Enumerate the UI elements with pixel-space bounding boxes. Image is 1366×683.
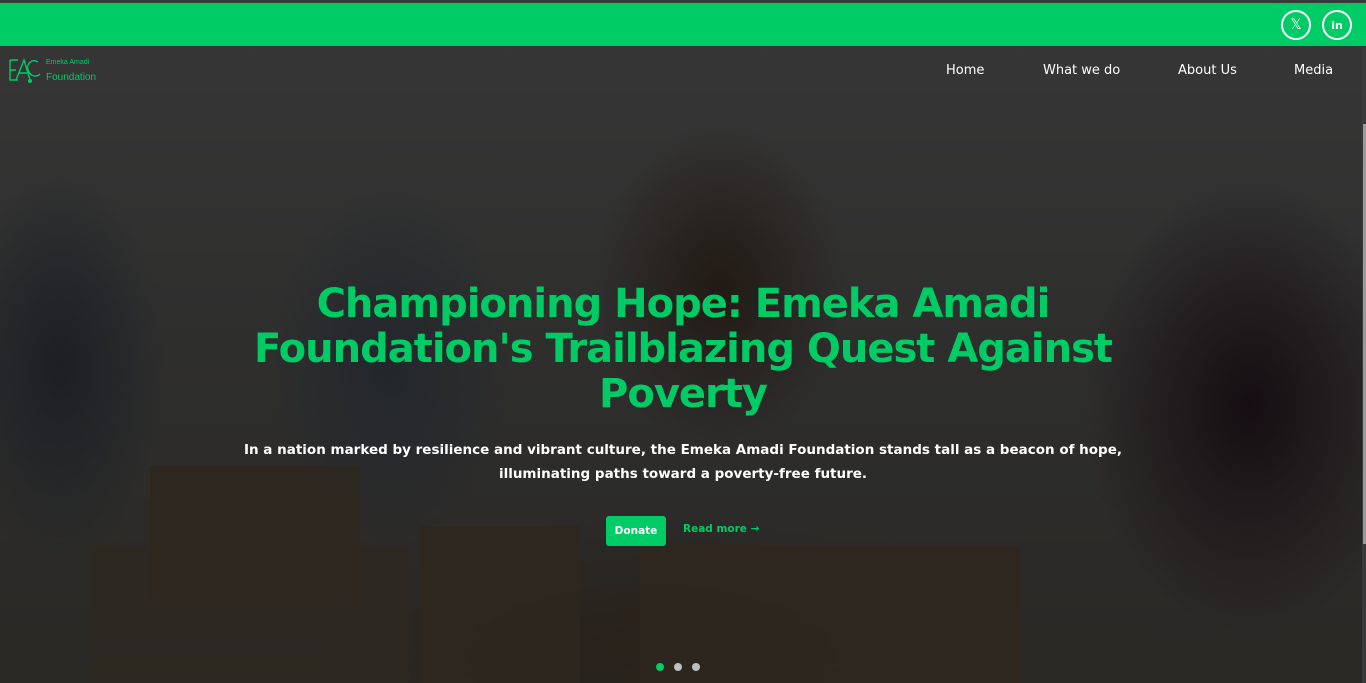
top-bar: 𝕏 in	[0, 0, 1366, 46]
nav-media[interactable]: Media	[1294, 63, 1333, 78]
logo-small-text: Emeka Amadi	[46, 59, 90, 66]
nav-about-us[interactable]: About Us	[1178, 63, 1237, 78]
logo-big-text: Foundation	[46, 72, 97, 83]
logo-mark-icon	[9, 57, 41, 83]
nav-what-we-do[interactable]: What we do	[1043, 63, 1120, 78]
carousel-dot[interactable]	[674, 663, 682, 671]
page-scrollbar[interactable]	[1362, 46, 1366, 683]
x-icon[interactable]: 𝕏	[1281, 10, 1311, 40]
carousel-dot[interactable]	[656, 663, 664, 671]
hero-subtitle: In a nation marked by resilience and vib…	[243, 442, 1123, 482]
nav-home[interactable]: Home	[946, 63, 984, 78]
read-more-link[interactable]: Read more →	[683, 523, 759, 535]
linkedin-icon[interactable]: in	[1322, 10, 1352, 40]
carousel-indicators	[656, 663, 700, 671]
hero-section: Emeka Amadi Foundation Home What we do A…	[0, 46, 1366, 683]
carousel-dot[interactable]	[692, 663, 700, 671]
hero-headline: Championing Hope: Emeka Amadi Foundation…	[253, 281, 1113, 417]
donate-button[interactable]: Donate	[606, 516, 666, 546]
site-logo[interactable]: Emeka Amadi Foundation	[8, 56, 108, 86]
